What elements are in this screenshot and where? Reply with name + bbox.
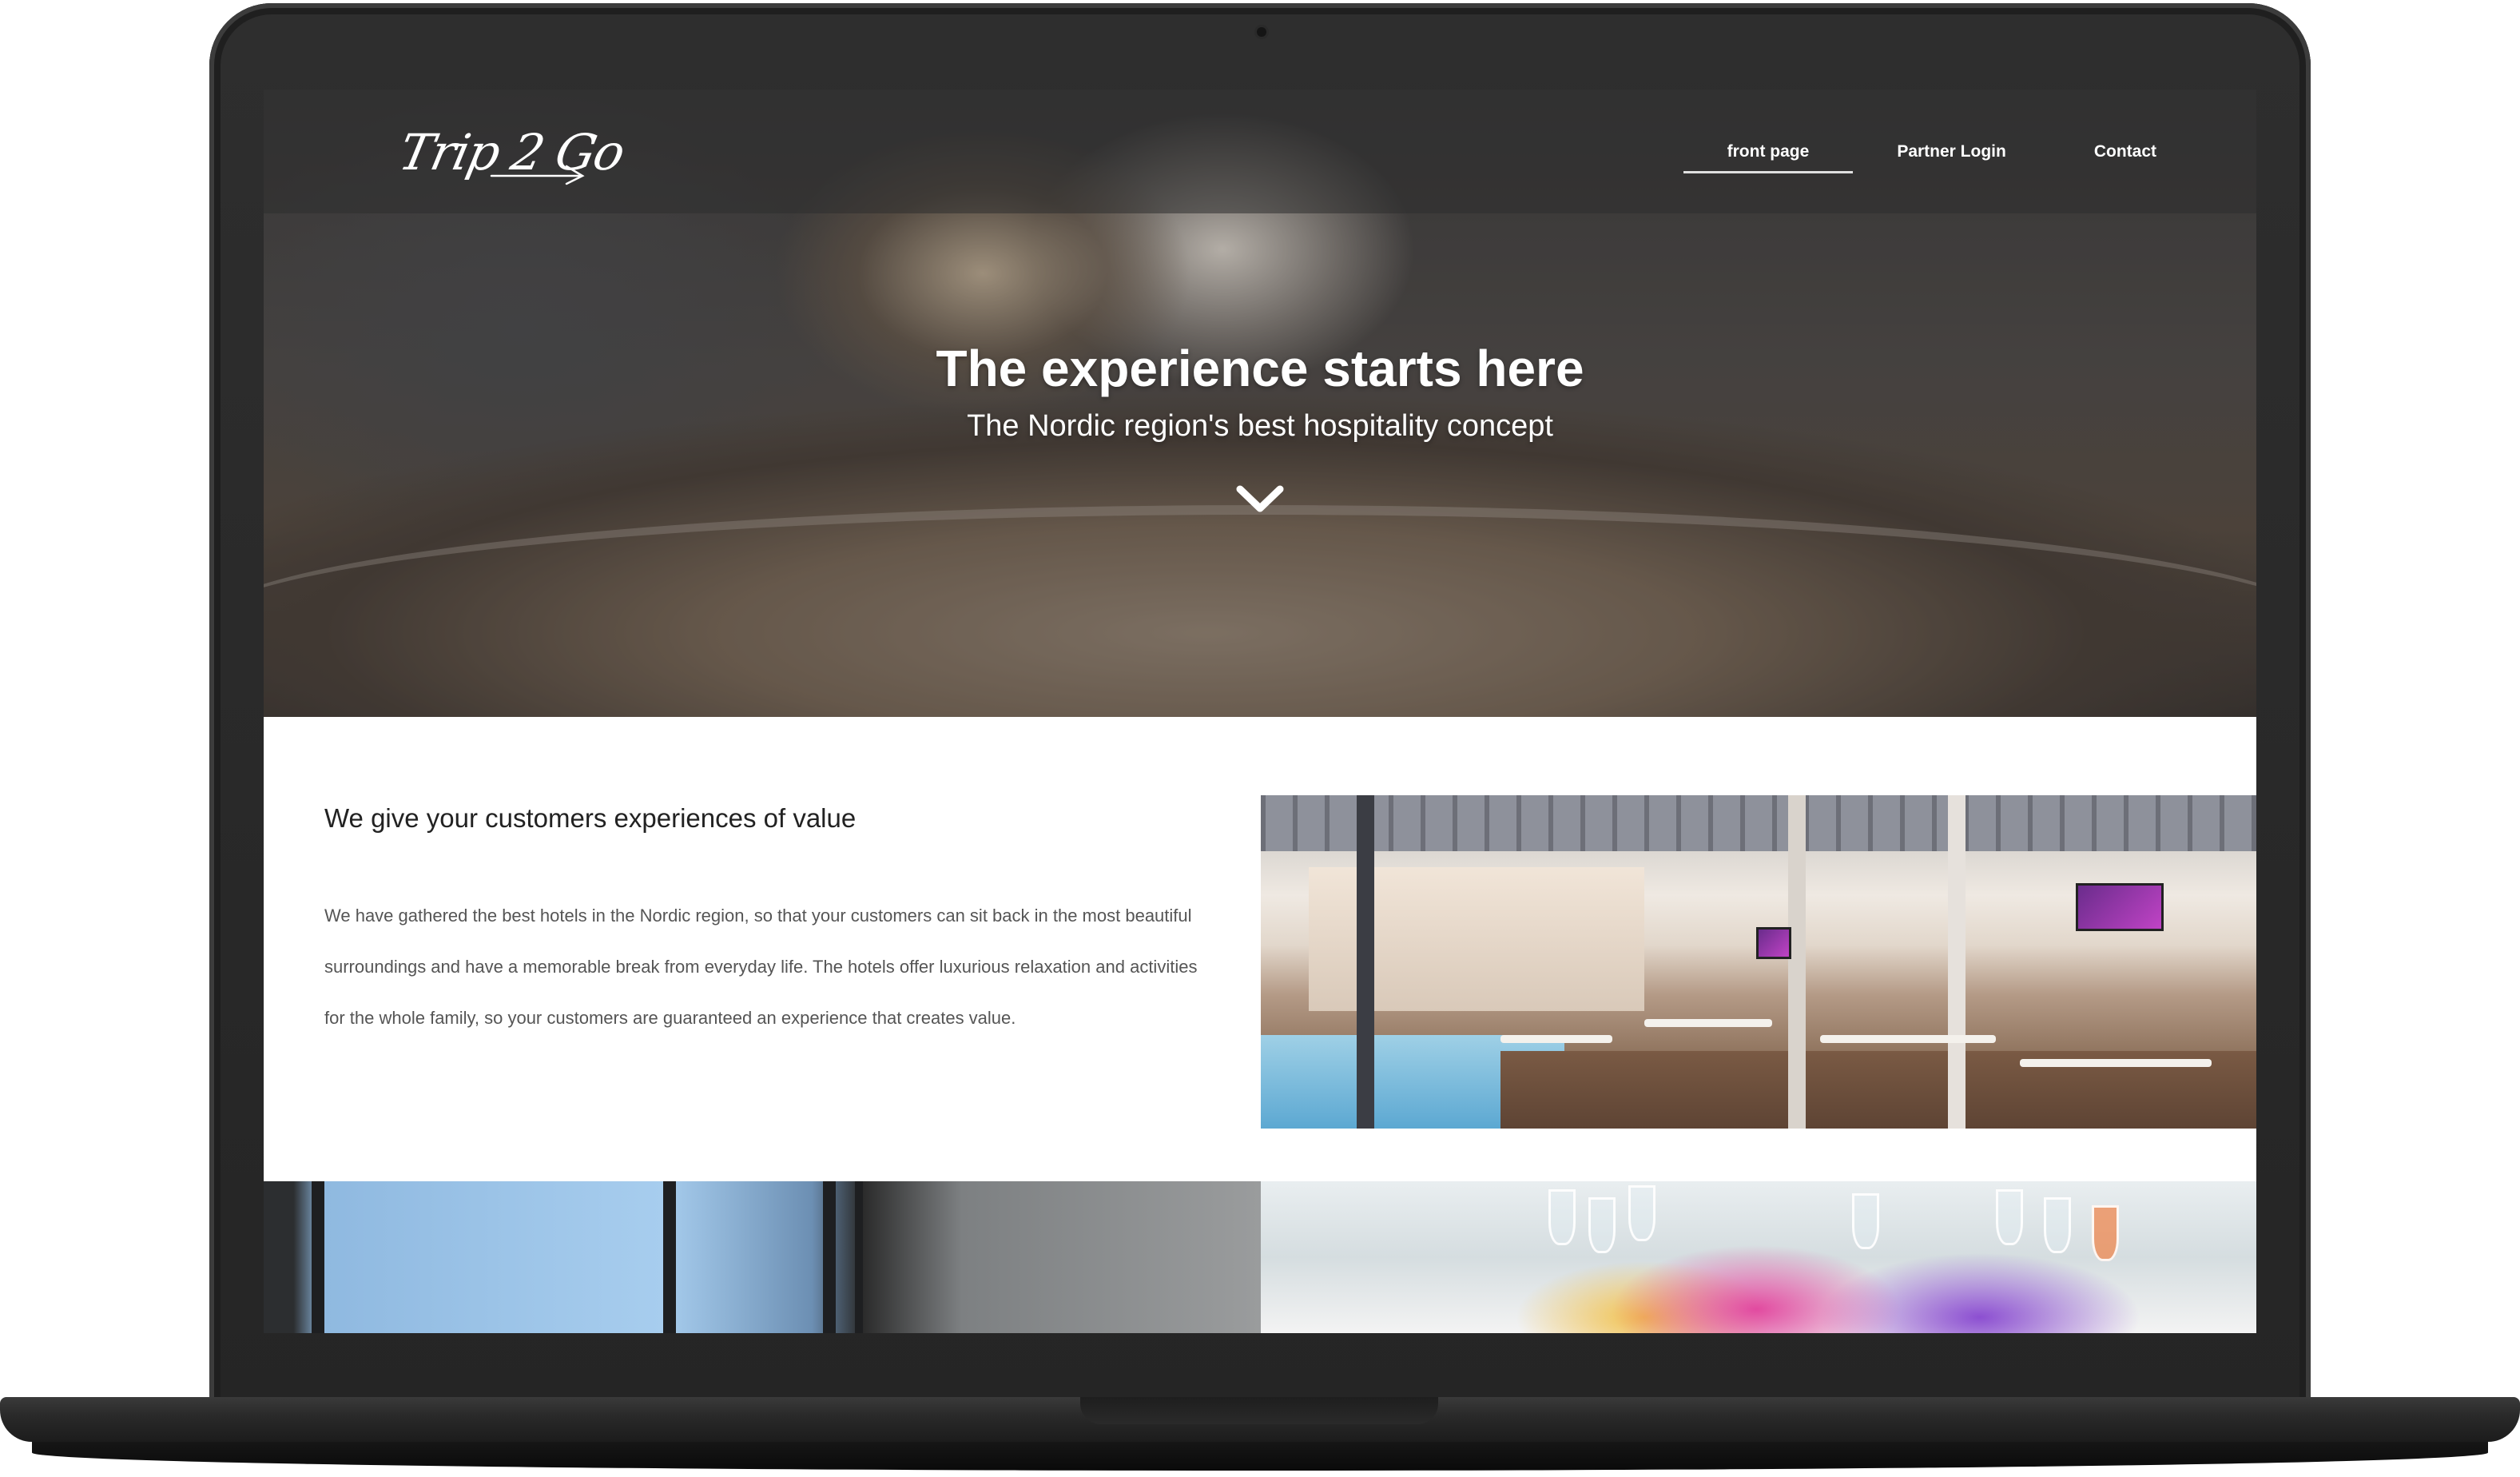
laptop-base-shadow <box>32 1442 2488 1471</box>
chevron-down-icon[interactable] <box>1235 481 1285 518</box>
banquet-table-image <box>1261 1181 2256 1333</box>
intro-heading: We give your customers experiences of va… <box>324 803 857 833</box>
hotel-window-image <box>264 1181 1261 1333</box>
hero-section: Trip 2 Go front page Partner Login Conta… <box>264 90 2256 717</box>
hero-title: The experience starts here <box>936 340 1584 397</box>
site-header: Trip 2 Go front page Partner Login Conta… <box>264 90 2256 213</box>
nav-item-label: front page <box>1727 141 1810 161</box>
nav-item-label: Contact <box>2093 141 2156 161</box>
webcam <box>1257 27 1266 37</box>
restaurant-image <box>1261 795 2256 1129</box>
browser-viewport: Trip 2 Go front page Partner Login Conta… <box>264 90 2256 1333</box>
site-logo[interactable]: Trip 2 Go <box>394 109 629 197</box>
intro-body: We have gathered the best hotels in the … <box>324 906 1198 1028</box>
logo-arrow-icon <box>490 165 585 185</box>
hero-subtitle: The Nordic region's best hospitality con… <box>967 409 1553 443</box>
laptop-notch <box>1080 1397 1438 1424</box>
nav-item-contact[interactable]: Contact <box>2050 90 2200 213</box>
nav-item-front-page[interactable]: front page <box>1683 90 1854 213</box>
nav-item-label: Partner Login <box>1897 141 2006 161</box>
main-navigation: front page Partner Login Contact <box>1683 90 2200 213</box>
nav-item-partner-login[interactable]: Partner Login <box>1853 90 2050 213</box>
